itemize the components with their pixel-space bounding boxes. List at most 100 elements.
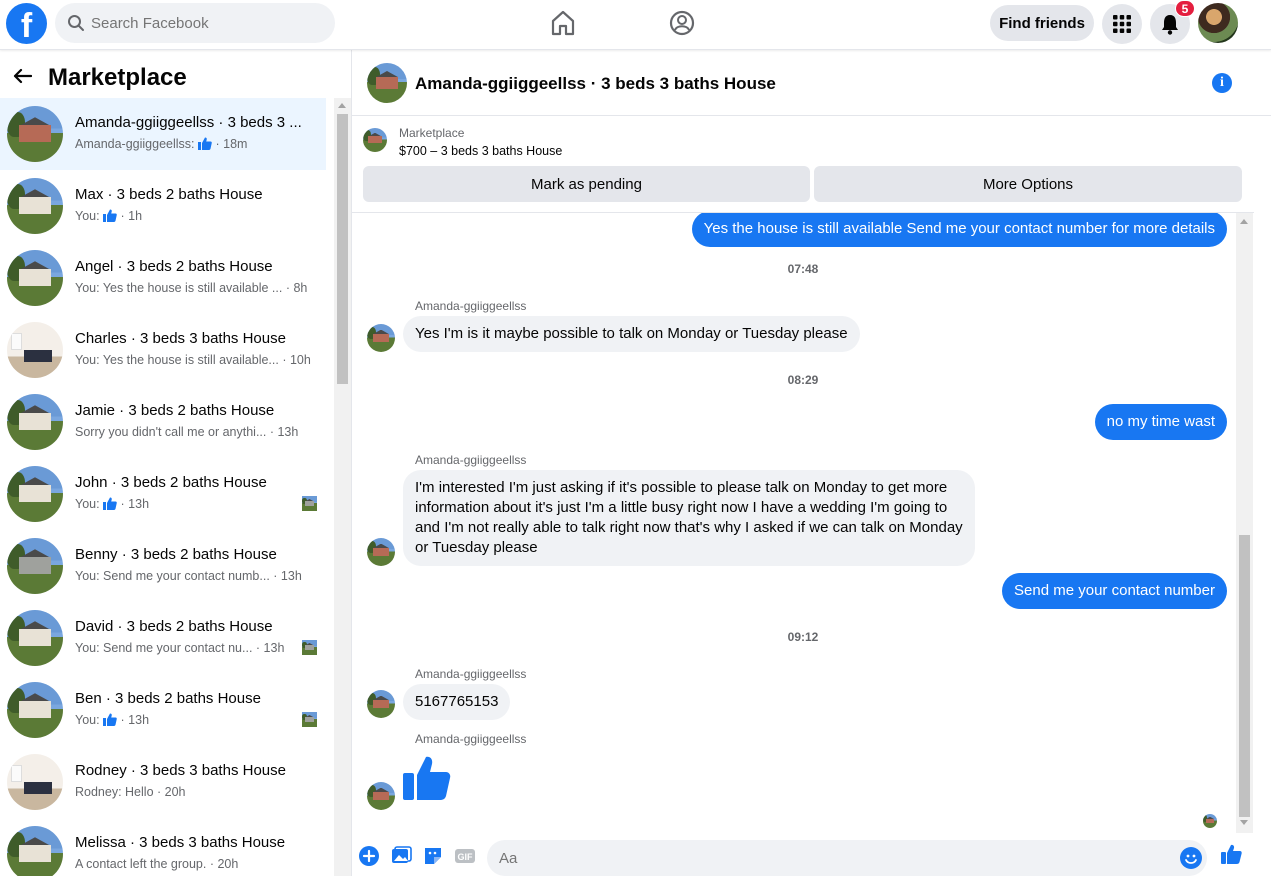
sidebar-scrollbar[interactable] [334, 98, 351, 876]
timestamp: 08:29 [787, 373, 819, 387]
conversation-item[interactable]: Jamie · 3 beds 2 baths House Sorry you di… [0, 386, 326, 458]
scrollbar-thumb[interactable] [337, 114, 348, 384]
sender-avatar[interactable] [367, 324, 395, 352]
snippet-time: · 13h [120, 713, 150, 727]
info-icon[interactable]: i [1212, 73, 1232, 93]
gif-icon[interactable]: GIF [454, 845, 476, 867]
sidebar: Marketplace Amanda-ggiiggeellss · 3 beds… [0, 50, 352, 876]
conversation-item[interactable]: Charles · 3 beds 3 baths House You: Yes t… [0, 314, 326, 386]
conversation-thumbnail [7, 538, 63, 594]
snippet-time: · 8h [285, 281, 308, 295]
snippet-text: Amanda-ggiiggeellss: [75, 137, 195, 151]
search-input[interactable] [91, 3, 321, 43]
snippet-text: You: [75, 209, 100, 223]
conversation-name: Charles · 3 beds 3 baths House [75, 330, 286, 347]
chat-avatar[interactable] [367, 63, 407, 103]
conversation-item[interactable]: Max · 3 beds 2 baths House You: · 1h [0, 170, 326, 242]
snippet-text: You: Yes the house is still available... [75, 353, 279, 367]
seen-indicator-avatar [302, 712, 317, 727]
seen-indicator-avatar [302, 496, 317, 511]
chat-title[interactable]: Amanda-ggiiggeellss · 3 beds 3 baths Hou… [415, 74, 776, 94]
listing-thumbnail[interactable] [363, 128, 387, 152]
conversation-item[interactable]: Benny · 3 beds 2 baths House You: Send me… [0, 530, 326, 602]
sticker-icon[interactable] [422, 845, 444, 867]
snippet-time: · 13h [273, 569, 302, 583]
message-bubble-outgoing[interactable]: no my time wast [1094, 404, 1227, 440]
sender-name: Amanda-ggiiggeellss [415, 453, 527, 467]
message-thread: Yes the house is still available Send me… [352, 213, 1254, 833]
scroll-up-arrow[interactable] [338, 103, 346, 108]
thumbs-up-icon [103, 497, 117, 510]
send-like-icon[interactable] [1220, 843, 1242, 865]
sender-name: Amanda-ggiiggeellss [415, 732, 527, 746]
message-bubble-incoming[interactable]: 5167765153 [403, 684, 511, 720]
message-bubble-incoming[interactable]: I'm interested I'm just asking if it's p… [403, 470, 975, 566]
conversation-thumbnail [7, 106, 63, 162]
scrollbar-thumb[interactable] [1239, 535, 1250, 817]
conversation-snippet: You: · 1h [75, 209, 315, 223]
conversation-thumbnail [7, 610, 63, 666]
timestamp: 07:48 [787, 262, 819, 276]
message-line: or Tuesday please [415, 539, 538, 556]
profile-avatar[interactable] [1198, 3, 1238, 43]
conversation-item[interactable]: John · 3 beds 2 baths House You: · 13h [0, 458, 326, 530]
conversation-snippet: You: Send me your contact nu... · 13h [75, 641, 315, 655]
thumbs-up-icon[interactable] [402, 753, 452, 803]
snippet-time: · 13h [269, 425, 299, 439]
groups-icon[interactable] [667, 8, 697, 38]
emoji-icon[interactable] [1180, 847, 1202, 869]
plus-circle-icon[interactable] [358, 845, 380, 867]
sender-avatar[interactable] [367, 782, 395, 810]
conversation-snippet: You: Send me your contact numb... · 13h [75, 569, 315, 583]
sender-name: Amanda-ggiiggeellss [415, 667, 527, 681]
sender-avatar[interactable] [367, 538, 395, 566]
home-icon[interactable] [548, 8, 578, 38]
message-input[interactable] [487, 840, 1207, 876]
find-friends-button[interactable]: Find friends [990, 5, 1094, 41]
top-bar: f Find friends 5 [0, 0, 1271, 50]
message-bubble-outgoing[interactable]: Send me your contact number [1002, 573, 1227, 609]
message-bubble-incoming[interactable]: Yes I'm is it maybe possible to talk on … [403, 316, 860, 352]
scroll-down-arrow[interactable] [1240, 820, 1248, 825]
conversation-item[interactable]: Angel · 3 beds 2 baths House You: Yes the… [0, 242, 326, 314]
search-box[interactable] [55, 3, 335, 43]
notification-badge: 5 [1175, 0, 1195, 17]
more-options-button[interactable]: More Options [814, 166, 1242, 202]
timestamp: 09:12 [787, 630, 819, 644]
photo-icon[interactable] [390, 845, 412, 867]
conversation-name: Jamie · 3 beds 2 baths House [75, 402, 275, 419]
snippet-text: You: [75, 713, 100, 727]
thumbs-up-icon [198, 137, 212, 150]
snippet-time: · 13h [255, 641, 285, 655]
conversation-thumbnail [7, 394, 63, 450]
conversation-name: John · 3 beds 2 baths House [75, 474, 267, 491]
menu-button[interactable] [1102, 4, 1142, 44]
conversation-name: Melissa · 3 beds 3 baths House [75, 834, 286, 851]
conversation-item[interactable]: Amanda-ggiiggeellss · 3 beds 3 ... Amanda… [0, 98, 326, 170]
conversation-name: Angel · 3 beds 2 baths House [75, 258, 273, 275]
sender-name: Amanda-ggiiggeellss [415, 299, 527, 313]
snippet-time: · 13h [120, 497, 150, 511]
conversation-name: Amanda-ggiiggeellss · 3 beds 3 ... [75, 114, 302, 131]
snippet-time: · 18m [215, 137, 248, 151]
conversation-name: Benny · 3 beds 2 baths House [75, 546, 277, 563]
message-line: I'm interested I'm just asking if it's p… [415, 479, 948, 496]
conversation-item[interactable]: Melissa · 3 beds 3 baths House A contact … [0, 818, 326, 876]
chat-scrollbar[interactable] [1236, 213, 1253, 833]
conversation-snippet: You: · 13h [75, 713, 315, 727]
facebook-logo[interactable]: f [6, 3, 47, 44]
back-arrow-icon[interactable] [12, 68, 32, 84]
conversation-name: Rodney · 3 beds 3 baths House [75, 762, 286, 779]
message-bubble-outgoing[interactable]: Yes the house is still available Send me… [691, 213, 1227, 247]
message-line: information about it's just I'm a little… [415, 499, 948, 516]
mark-as-pending-button[interactable]: Mark as pending [363, 166, 810, 202]
scroll-up-arrow[interactable] [1240, 219, 1248, 224]
conversation-item[interactable]: Rodney · 3 beds 3 baths House Rodney: Hel… [0, 746, 326, 818]
snippet-text: Rodney: Hello [75, 785, 154, 799]
listing-price[interactable]: $700 – 3 beds 3 baths House [399, 144, 562, 158]
sender-avatar[interactable] [367, 690, 395, 718]
conversation-thumbnail [7, 322, 63, 378]
conversation-item[interactable]: David · 3 beds 2 baths House You: Send me… [0, 602, 326, 674]
conversation-item[interactable]: Ben · 3 beds 2 baths House You: · 13h [0, 674, 326, 746]
conversation-name: Max · 3 beds 2 baths House [75, 186, 263, 203]
